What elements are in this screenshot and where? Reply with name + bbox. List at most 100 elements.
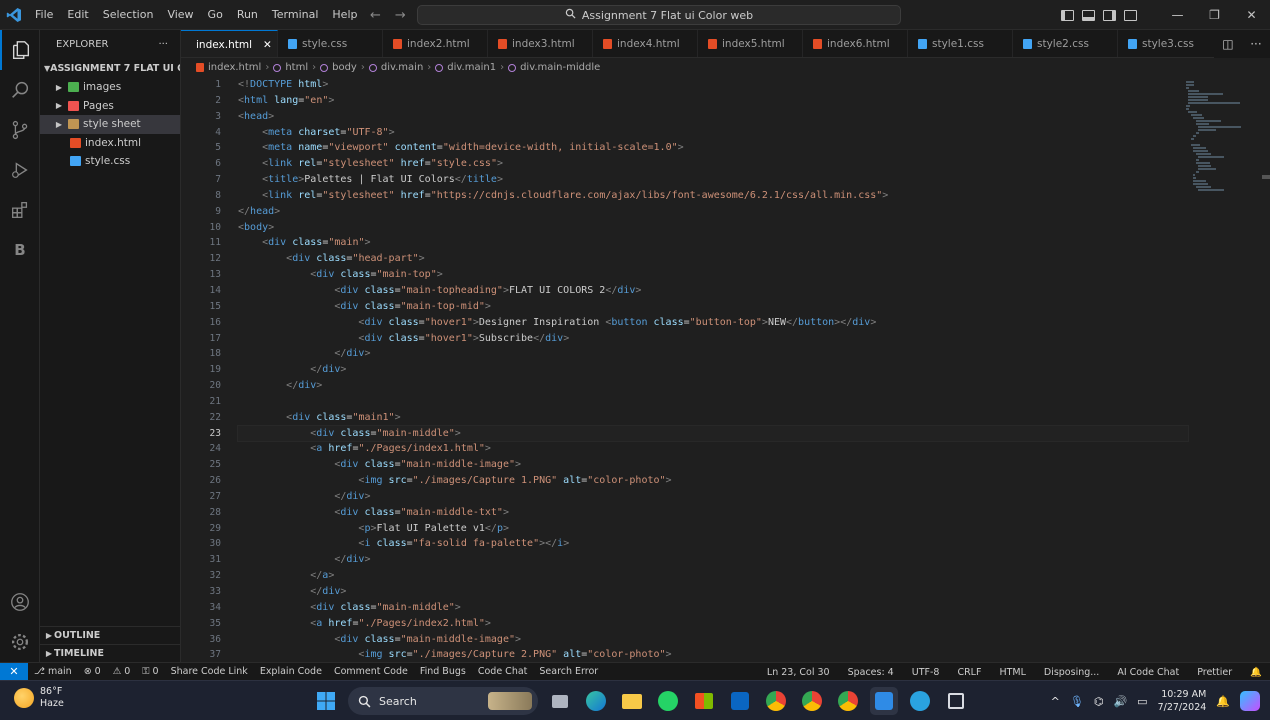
tree-item-index-html[interactable]: index.html (40, 134, 180, 153)
split-editor-icon[interactable]: ◫ (1222, 37, 1233, 51)
code-line[interactable]: </div> (238, 552, 1188, 568)
forward-arrow-icon[interactable]: → (395, 8, 406, 23)
code-line[interactable]: <img src="./images/Capture 2.PNG" alt="c… (238, 647, 1188, 662)
menu-run[interactable]: Run (230, 0, 265, 30)
status-explain-code[interactable]: Explain Code (260, 666, 322, 677)
notification-bell-icon[interactable]: 🔔 (1250, 667, 1262, 678)
customize-layout-icon[interactable] (1124, 9, 1137, 21)
tab-index6-html[interactable]: index6.html (803, 30, 908, 57)
close-icon[interactable]: ✕ (263, 39, 272, 51)
account-icon[interactable] (0, 582, 40, 622)
search-icon[interactable] (0, 70, 40, 110)
code-line[interactable]: <div class="main-middle"> (238, 600, 1188, 616)
status-crlf[interactable]: CRLF (957, 667, 981, 678)
tab-index2-html[interactable]: index2.html (383, 30, 488, 57)
toggle-secondary-sidebar-icon[interactable] (1103, 9, 1116, 21)
blackbox-extension-icon[interactable]: B (0, 230, 40, 270)
windows-start-icon[interactable] (312, 687, 340, 715)
status-spaces-4[interactable]: Spaces: 4 (848, 667, 894, 678)
vertical-scrollbar[interactable] (1256, 77, 1270, 662)
menu-help[interactable]: Help (325, 0, 364, 30)
close-window-button[interactable]: ✕ (1233, 0, 1270, 30)
code-line[interactable]: <div class="main-middle"> (237, 424, 1189, 443)
outline-section[interactable]: ▶ OUTLINE (40, 626, 181, 644)
status-comment-code[interactable]: Comment Code (334, 666, 408, 677)
menu-file[interactable]: File (28, 0, 60, 30)
explorer-icon[interactable] (0, 30, 40, 70)
status-html[interactable]: HTML (999, 667, 1025, 678)
code-line[interactable]: <html lang="en"> (238, 93, 1188, 109)
more-actions-icon[interactable]: ··· (158, 39, 168, 50)
code-line[interactable]: <div class="main-middle-image"> (238, 632, 1188, 648)
code-line[interactable]: <!DOCTYPE html> (238, 77, 1188, 93)
tab-style-css[interactable]: style.css (278, 30, 383, 57)
code-line[interactable]: <div class="main1"> (238, 410, 1188, 426)
code-line[interactable]: <div class="main-top"> (238, 267, 1188, 283)
code-line[interactable]: <a href="./Pages/index2.html"> (238, 616, 1188, 632)
code-line[interactable]: <div class="main-top-mid"> (238, 299, 1188, 315)
code-line[interactable]: <img src="./images/Capture 1.PNG" alt="c… (238, 473, 1188, 489)
status-ln-23-col-30[interactable]: Ln 23, Col 30 (767, 667, 830, 678)
branch-status[interactable]: ⎇ main (34, 666, 72, 677)
minimize-button[interactable]: — (1159, 0, 1196, 30)
linkedin-icon[interactable] (726, 687, 754, 715)
battery-icon[interactable]: ▭ (1137, 695, 1147, 708)
breadcrumb-item[interactable]: body (332, 62, 357, 73)
code-editor[interactable]: 1 2 3 4 5 6 7 8 9 10 11 12 13 14 15 16 17 18 19 20 21 22 23 24 2… (181, 77, 1270, 662)
breadcrumb-item[interactable]: div.main1 (447, 62, 496, 73)
tab-index3-html[interactable]: index3.html (488, 30, 593, 57)
code-line[interactable]: <link rel="stylesheet" href="https://cdn… (238, 188, 1188, 204)
code-line[interactable]: <head> (238, 109, 1188, 125)
menu-edit[interactable]: Edit (60, 0, 95, 30)
project-folder-header[interactable]: ▼ ASSIGNMENT 7 FLAT UI C... (40, 58, 180, 78)
command-center[interactable]: Assignment 7 Flat ui Color web (417, 5, 901, 25)
menu-terminal[interactable]: Terminal (265, 0, 326, 30)
status-code-chat[interactable]: Code Chat (478, 666, 528, 677)
tab-style3-css[interactable]: style3.css (1118, 30, 1223, 57)
code-line[interactable]: <a href="./Pages/index1.html"> (238, 441, 1188, 457)
status-prettier[interactable]: Prettier (1197, 667, 1232, 678)
toggle-panel-icon[interactable] (1082, 9, 1095, 21)
code-line[interactable]: <div class="head-part"> (238, 251, 1188, 267)
tree-item-pages[interactable]: ▶ Pages (40, 97, 180, 116)
code-line[interactable]: <meta charset="UTF-8"> (238, 125, 1188, 141)
copilot-icon[interactable] (1240, 691, 1260, 711)
menu-selection[interactable]: Selection (96, 0, 161, 30)
timeline-section[interactable]: ▶ TIMELINE (40, 644, 181, 662)
code-line[interactable]: </a> (238, 568, 1188, 584)
tab-index4-html[interactable]: index4.html (593, 30, 698, 57)
code-line[interactable]: <meta name="viewport" content="width=dev… (238, 140, 1188, 156)
ports-status[interactable]: ⚿ 0 (142, 666, 158, 677)
system-clock[interactable]: 10:29 AM 7/27/2024 (1158, 688, 1207, 714)
code-line[interactable]: </div> (238, 346, 1188, 362)
chrome-icon[interactable] (762, 687, 790, 715)
weather-widget[interactable]: 86°F Haze (14, 686, 64, 710)
menu-view[interactable]: View (160, 0, 200, 30)
toggle-sidebar-icon[interactable] (1061, 9, 1074, 21)
status-share-code-link[interactable]: Share Code Link (171, 666, 248, 677)
menu-go[interactable]: Go (201, 0, 230, 30)
chrome-profile-icon[interactable] (798, 687, 826, 715)
breadcrumb-item[interactable]: html (285, 62, 308, 73)
breadcrumb-item[interactable]: index.html (208, 62, 261, 73)
code-line[interactable]: </div> (238, 378, 1188, 394)
breadcrumb-item[interactable]: div.main (381, 62, 423, 73)
run-debug-icon[interactable] (0, 150, 40, 190)
gear-icon[interactable] (0, 622, 40, 662)
code-line[interactable] (238, 394, 1188, 410)
chrome-profile-2-icon[interactable] (834, 687, 862, 715)
code-line[interactable]: <div class="hover1">Subscribe</div> (238, 331, 1188, 347)
breadcrumb-item[interactable]: div.main-middle (520, 62, 600, 73)
more-actions-icon[interactable]: ··· (1250, 37, 1261, 51)
edge-browser-icon[interactable] (582, 687, 610, 715)
task-view-icon[interactable] (546, 687, 574, 715)
chevron-up-icon[interactable]: ^ (1051, 695, 1060, 708)
tree-item-style-css[interactable]: style.css (40, 152, 180, 171)
remote-indicator-icon[interactable]: ✕ (0, 662, 28, 681)
whatsapp-icon[interactable] (654, 687, 682, 715)
status-search-error[interactable]: Search Error (539, 666, 598, 677)
code-line[interactable]: <p>Flat UI Palette v1</p> (238, 521, 1188, 537)
restore-button[interactable]: ❐ (1196, 0, 1233, 30)
status-disposing-[interactable]: Disposing... (1044, 667, 1099, 678)
telegram-icon[interactable] (906, 687, 934, 715)
